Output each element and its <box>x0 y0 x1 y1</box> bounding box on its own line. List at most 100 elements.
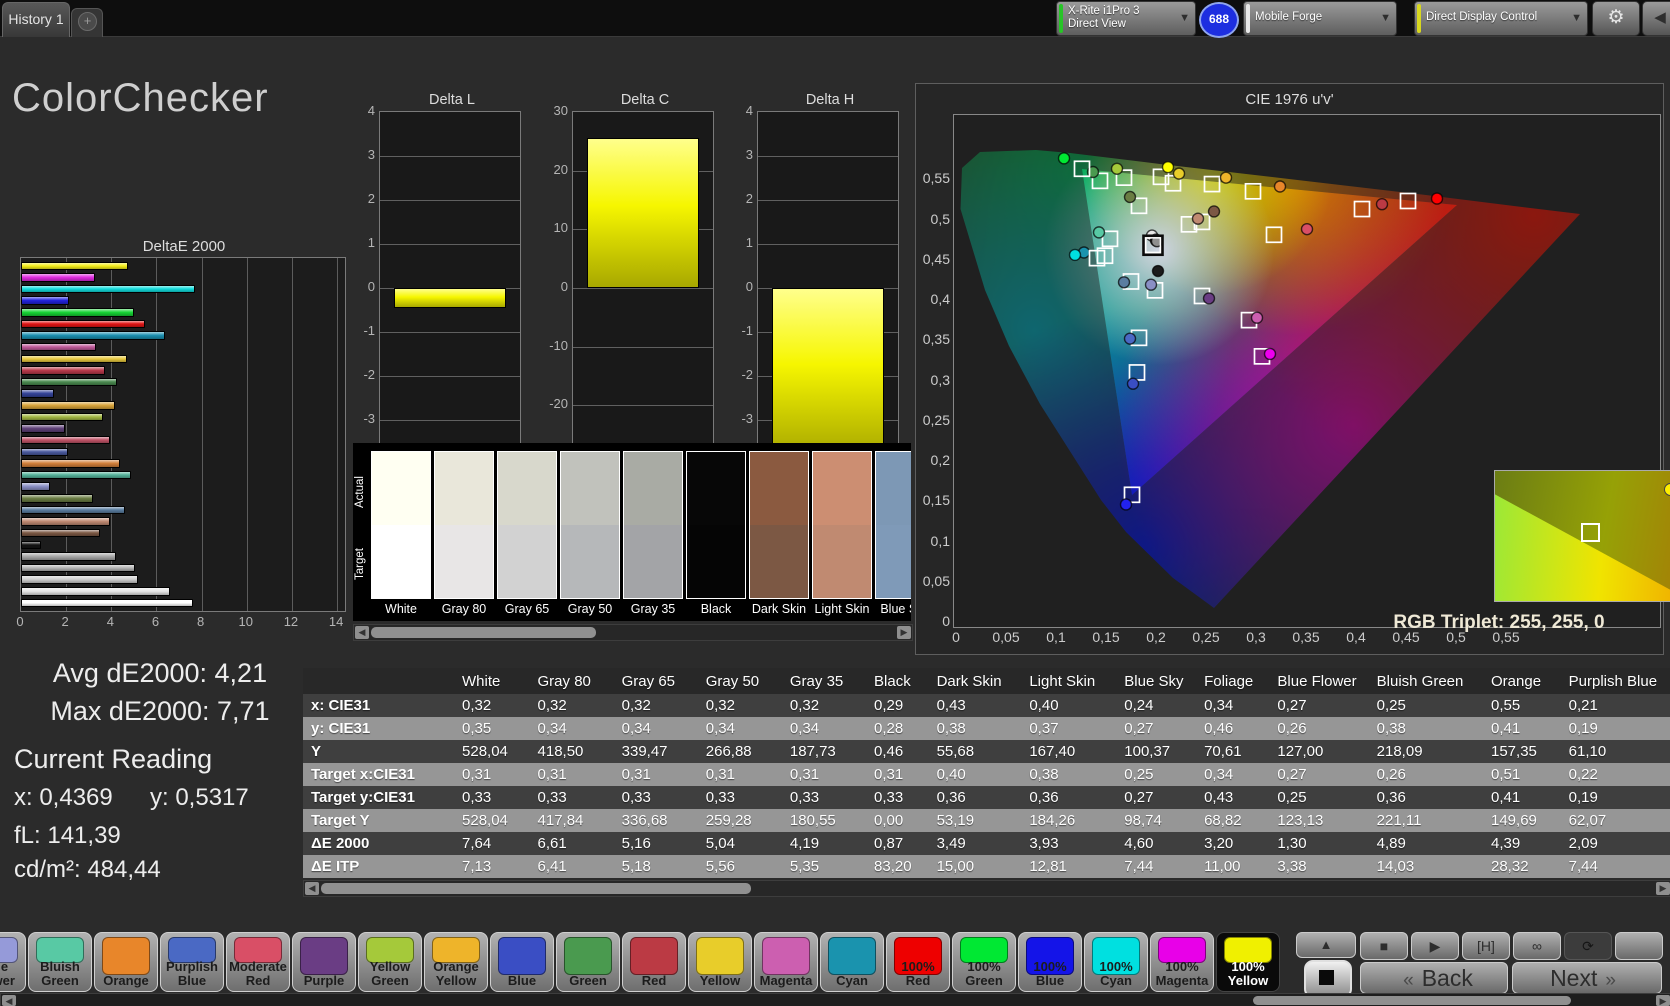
pattern-label: 100%Magenta <box>1152 960 1212 988</box>
tab-history-1[interactable]: History 1 <box>2 2 70 37</box>
settings-button[interactable]: ⚙ <box>1592 1 1640 36</box>
mini-y-tick: -10 <box>538 338 568 353</box>
pattern-chip <box>696 937 744 975</box>
stop-button[interactable]: ■ <box>1360 932 1408 960</box>
table-cell: 12,81 <box>1021 855 1116 878</box>
table-cell: 0,33 <box>866 786 929 809</box>
table-row-y-cie31: y: CIE310,350,340,340,340,340,280,380,37… <box>303 717 1670 740</box>
table-cell: 528,04 <box>454 740 530 763</box>
refresh-button[interactable]: ⟳ <box>1564 932 1612 960</box>
cie-y-tick: 0,5 <box>918 211 950 227</box>
pattern-button-bluish-green[interactable]: BluishGreen <box>28 932 92 992</box>
strip-swatch-label: Black <box>686 602 746 616</box>
device-selector[interactable]: Direct Display Control ▼ <box>1414 1 1588 36</box>
pattern-button-100-cyan[interactable]: 100% Cyan <box>1084 932 1148 992</box>
table-col-black: Black <box>866 668 929 694</box>
table-col-foliage: Foliage <box>1196 668 1269 694</box>
pattern-label: BlueFlower <box>0 960 24 988</box>
scroll-right-icon[interactable]: ▶ <box>1656 882 1670 895</box>
pattern-button-100-green[interactable]: 100%Green <box>952 932 1016 992</box>
deltae2000-plot-area <box>20 257 346 612</box>
strip-scrollbar-thumb[interactable] <box>371 627 596 638</box>
cie-y-tick: 0,05 <box>918 573 950 589</box>
table-cell: 0,55 <box>1483 694 1561 717</box>
scroll-left-icon[interactable]: ◀ <box>305 882 319 895</box>
pattern-button-yellow-green[interactable]: YellowGreen <box>358 932 422 992</box>
scroll-left-icon[interactable]: ◀ <box>355 626 369 639</box>
table-cell: 5,16 <box>614 832 698 855</box>
pattern-button-100-blue[interactable]: 100% Blue <box>1018 932 1082 992</box>
pattern-button-100-yellow[interactable]: 100%Yellow <box>1216 932 1280 992</box>
table-cell: 4,89 <box>1369 832 1483 855</box>
pattern-button-green[interactable]: Green <box>556 932 620 992</box>
strip-swatch-label: Gray 35 <box>623 602 683 616</box>
cie-measured-blue-sky <box>1119 277 1130 288</box>
pattern-button-purple[interactable]: Purple <box>292 932 356 992</box>
page-scrollbar-thumb[interactable] <box>1253 996 1571 1005</box>
table-cell: 98,74 <box>1116 809 1196 832</box>
workflow-selector[interactable]: Mobile Forge ▼ <box>1243 1 1397 36</box>
page-scrollbar[interactable]: ◀ ▶ <box>0 993 1670 1006</box>
pattern-button-cyan[interactable]: Cyan <box>820 932 884 992</box>
mini-y-tick: 3 <box>345 147 375 162</box>
meter-count-badge[interactable]: 688 <box>1199 2 1239 38</box>
cie-y-tick: 0,35 <box>918 331 950 347</box>
table-cell: 0,38 <box>1369 717 1483 740</box>
table-cell: 53,19 <box>929 809 1022 832</box>
pattern-button-blue[interactable]: Blue <box>490 932 554 992</box>
deltae-bar-100-cyan <box>21 285 195 294</box>
cie-y-tick: 0,45 <box>918 251 950 267</box>
back-button[interactable]: «Back <box>1360 962 1508 994</box>
pattern-button-100-red[interactable]: 100% Red <box>886 932 950 992</box>
table-scrollbar[interactable]: ◀ ▶ <box>303 880 1670 897</box>
table-cell: 4,39 <box>1483 832 1561 855</box>
workflow-label: Mobile Forge <box>1255 11 1322 24</box>
pattern-button-orange-yellow[interactable]: OrangeYellow <box>424 932 488 992</box>
table-cell: 259,28 <box>698 809 782 832</box>
scroll-right-icon[interactable]: ▶ <box>1656 995 1670 1006</box>
next-button[interactable]: Next» <box>1512 962 1662 994</box>
deltae-bar-dark-skin <box>21 529 100 538</box>
pattern-button-magenta[interactable]: Magenta <box>754 932 818 992</box>
table-cell: 0,28 <box>866 717 929 740</box>
pattern-label: Magenta <box>756 974 816 988</box>
current-x-readout: x: 0,4369 <box>14 784 113 812</box>
table-cell: 70,61 <box>1196 740 1269 763</box>
loop-button[interactable]: ∞ <box>1513 932 1561 960</box>
table-scrollbar-thumb[interactable] <box>321 883 751 894</box>
pattern-button-moderate-red[interactable]: ModerateRed <box>226 932 290 992</box>
cie-x-tick: 0,25 <box>1188 629 1224 645</box>
pattern-button-100-magenta[interactable]: 100%Magenta <box>1150 932 1214 992</box>
table-row-label: Target Y <box>303 809 454 832</box>
max-de2000-readout: Max dE2000: 7,71 <box>28 696 292 727</box>
pattern-size-button[interactable]: [H] <box>1462 932 1510 960</box>
strip-swatch-gray-50: Gray 50 <box>560 451 620 619</box>
meter-line2: Direct View <box>1068 18 1126 30</box>
strip-swatch-label: Gray 80 <box>434 602 494 616</box>
pattern-button-yellow[interactable]: Yellow <box>688 932 752 992</box>
pattern-button-orange[interactable]: Orange <box>94 932 158 992</box>
pattern-button-blue-flower[interactable]: BlueFlower <box>0 932 26 992</box>
panel-collapse-button[interactable]: ◀ <box>1642 1 1670 36</box>
plus-icon: + <box>78 12 97 31</box>
mini-y-tick: -20 <box>538 396 568 411</box>
scroll-right-icon[interactable]: ▶ <box>897 626 911 639</box>
pattern-button-red[interactable]: Red <box>622 932 686 992</box>
table-cell: 418,50 <box>530 740 614 763</box>
chevron-down-icon: ▼ <box>1179 12 1190 24</box>
pattern-button-purplish-blue[interactable]: PurplishBlue <box>160 932 224 992</box>
play-button[interactable]: ▶ <box>1411 932 1459 960</box>
table-cell: 4,60 <box>1116 832 1196 855</box>
add-tab-button[interactable]: + <box>71 8 103 37</box>
page-title: ColorChecker <box>12 76 269 121</box>
pattern-up-button[interactable]: ▲ <box>1296 932 1356 958</box>
scroll-left-icon[interactable]: ◀ <box>2 995 16 1006</box>
table-row-label: y: CIE31 <box>303 717 454 740</box>
record-button[interactable] <box>1615 932 1663 960</box>
table-cell: 266,88 <box>698 740 782 763</box>
strip-scrollbar[interactable]: ◀ ▶ <box>353 624 913 641</box>
cie-y-tick: 0,25 <box>918 412 950 428</box>
table-row-label: Y <box>303 740 454 763</box>
cie-measured-red <box>1377 199 1388 210</box>
meter-selector[interactable]: X-Rite i1Pro 3 Direct View ▼ <box>1056 1 1196 36</box>
